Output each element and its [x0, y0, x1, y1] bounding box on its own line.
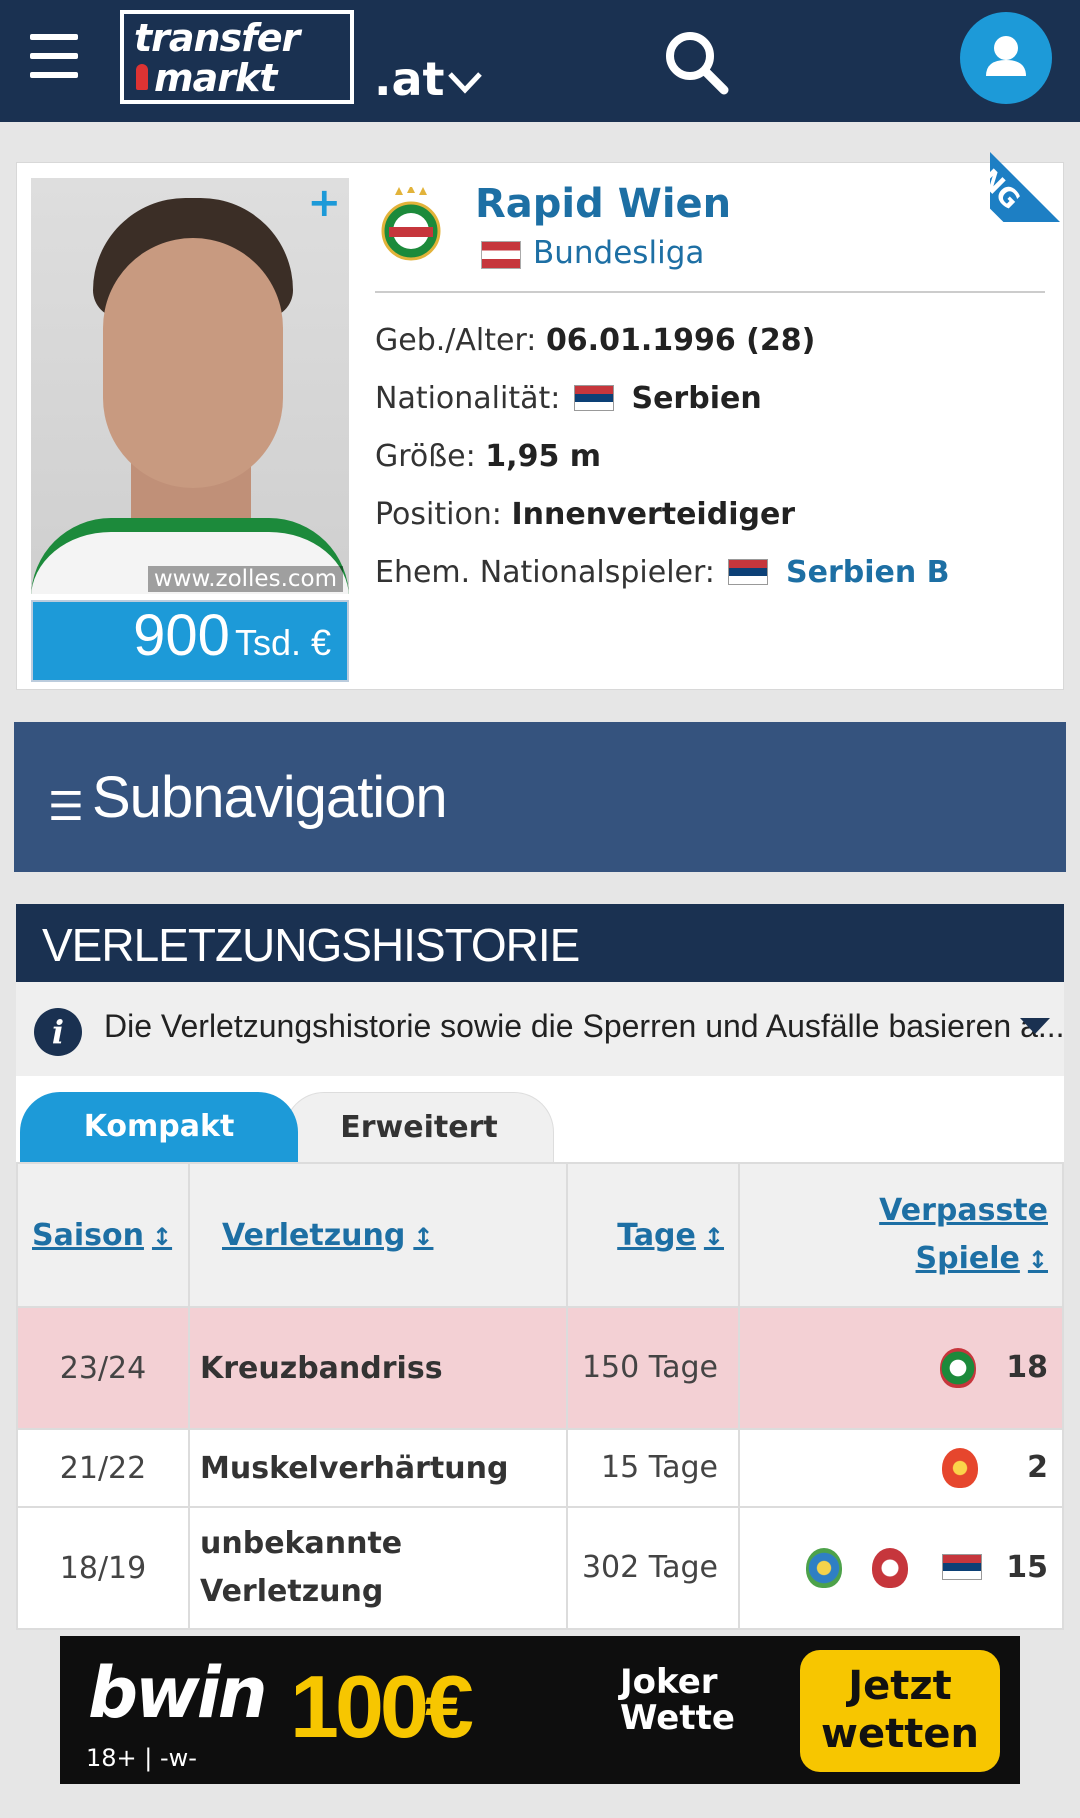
info-notice[interactable]: i Die Verletzungshistorie sowie die Sper… [16, 982, 1065, 1076]
search-icon[interactable] [660, 26, 732, 98]
view-tabs: Erweitert Kompakt [16, 1076, 1064, 1162]
player-photo[interactable]: + www.zolles.com [31, 178, 349, 594]
domain-selector[interactable]: .at [374, 52, 445, 106]
position-value: Innenverteidiger [511, 497, 796, 532]
tab-kompakt[interactable]: Kompakt [20, 1092, 298, 1162]
ad-brand: bwin [88, 1652, 268, 1734]
chevron-down-icon[interactable] [1020, 1018, 1050, 1034]
info-row-birth: Geb./Alter: 06.01.1996 (28) [375, 323, 815, 358]
logo-text-line2: markt [135, 56, 277, 100]
table-row: 23/24 Kreuzbandriss 150 Tage 18 [16, 1306, 1064, 1430]
sort-icon: ↕ [413, 1222, 434, 1251]
injury-cell: Muskelverhärtung [188, 1428, 568, 1508]
ribbon-text: NG [990, 142, 1080, 222]
days-cell: 15 Tage [566, 1428, 740, 1508]
ad-subtitle-line2: Wette [620, 1698, 735, 1738]
birth-label: Geb./Alter: [375, 323, 537, 358]
section-title: VERLETZUNGSHISTORIE [16, 904, 1064, 982]
austria-flag-icon [481, 241, 521, 269]
market-value-box[interactable]: 900 Tsd. € [31, 600, 349, 682]
col-header-days[interactable]: Tage ↕ [566, 1162, 740, 1308]
ad-subtitle-line1: Joker [620, 1662, 718, 1702]
missed-games-cell: 15 [738, 1506, 1064, 1630]
advertisement-banner[interactable]: bwin 18+ | -w- 100€ Joker Wette Jetzt we… [60, 1636, 1020, 1784]
nationality-value: Serbien [631, 381, 762, 416]
league-link[interactable]: Bundesliga [533, 235, 704, 271]
ad-subtitle: Joker Wette [620, 1664, 735, 1736]
serbia-flag-icon [728, 559, 769, 585]
transfermarkt-logo[interactable]: transfer markt [120, 10, 354, 104]
serbia-flag-icon [573, 385, 614, 411]
days-cell: 302 Tage [566, 1506, 740, 1630]
season-cell: 18/19 [16, 1506, 190, 1630]
sort-icon: ↕ [703, 1222, 724, 1251]
tab-erweitert[interactable]: Erweitert [284, 1092, 554, 1162]
national-team-label: Ehem. Nationalspieler: [375, 555, 715, 590]
subnavigation-toggle[interactable]: ☰ Subnavigation [14, 722, 1066, 872]
serbia-flag-icon [942, 1553, 983, 1580]
club-crest-icon[interactable] [806, 1548, 843, 1588]
info-row-national-team: Ehem. Nationalspieler: Serbien B [375, 555, 950, 590]
missed-games-cell: 18 [738, 1306, 1064, 1430]
player-profile-card: + www.zolles.com 900 Tsd. € Rapid Wien B… [16, 162, 1064, 690]
injury-cell: Kreuzbandriss [188, 1306, 568, 1430]
ad-cta-button[interactable]: Jetzt wetten [800, 1650, 1000, 1772]
user-icon[interactable] [960, 12, 1052, 104]
plus-icon[interactable]: + [307, 180, 341, 226]
market-value-unit: Tsd. € [234, 622, 331, 663]
missed-games-cell: 2 [738, 1428, 1064, 1508]
nationality-label: Nationalität: [375, 381, 561, 416]
table-row: 18/19 unbekannte Verletzung 302 Tage 15 [16, 1506, 1064, 1630]
chevron-down-icon[interactable] [446, 64, 484, 102]
info-row-position: Position: Innenverteidiger [375, 497, 795, 532]
birth-value: 06.01.1996 (28) [545, 323, 816, 358]
season-cell: 21/22 [16, 1428, 190, 1508]
club-crest-icon[interactable] [872, 1548, 909, 1588]
col-header-missed-games[interactable]: Verpasste Spiele ↕ [738, 1162, 1064, 1308]
menu-icon[interactable] [30, 34, 78, 78]
club-crest-icon[interactable] [379, 187, 443, 263]
info-icon: i [34, 1008, 82, 1056]
injury-history-section: VERLETZUNGSHISTORIE i Die Verletzungshis… [16, 904, 1065, 1630]
info-row-nationality: Nationalität: Serbien [375, 381, 762, 416]
injury-cell: unbekannte Verletzung [188, 1506, 568, 1630]
height-label: Größe: [375, 439, 476, 474]
menu-icon: ☰ [48, 784, 84, 830]
injury-table: Saison ↕ Verletzung ↕ Tage ↕ Verpasste Spie… [16, 1162, 1064, 1630]
table-row: 21/22 Muskelverhärtung 15 Tage 2 [16, 1428, 1064, 1508]
sort-icon: ↕ [1027, 1245, 1048, 1274]
ad-amount: 100€ [290, 1657, 474, 1756]
col-header-injury[interactable]: Verletzung ↕ [188, 1162, 568, 1308]
divider [375, 291, 1045, 293]
season-cell: 23/24 [16, 1306, 190, 1430]
missed-games-count: 18 [1006, 1349, 1048, 1385]
club-crest-icon[interactable] [942, 1448, 978, 1488]
days-cell: 150 Tage [566, 1306, 740, 1430]
table-header-row: Saison ↕ Verletzung ↕ Tage ↕ Verpasste Spie… [16, 1162, 1064, 1308]
height-value: 1,95 m [485, 439, 602, 474]
market-value-amount: 900 [133, 603, 230, 668]
national-team-link[interactable]: Serbien B [786, 555, 950, 590]
top-bar: transfer markt .at [0, 0, 1080, 122]
ad-age-notice: 18+ | -w- [86, 1744, 197, 1772]
info-text: Die Verletzungshistorie sowie die Sperre… [104, 1008, 1065, 1044]
col-header-season[interactable]: Saison ↕ [16, 1162, 190, 1308]
sort-icon: ↕ [151, 1222, 173, 1251]
missed-games-count: 15 [1006, 1549, 1048, 1585]
subnavigation-label: Subnavigation [92, 765, 448, 830]
info-row-height: Größe: 1,95 m [375, 439, 601, 474]
photo-credit: www.zolles.com [147, 566, 343, 592]
logo-text-line1: transfer [134, 16, 300, 60]
position-label: Position: [375, 497, 502, 532]
missed-games-count: 2 [1027, 1449, 1048, 1485]
corner-ribbon: NG [990, 122, 1080, 222]
club-name-link[interactable]: Rapid Wien [475, 181, 731, 227]
club-crest-icon[interactable] [940, 1348, 977, 1388]
